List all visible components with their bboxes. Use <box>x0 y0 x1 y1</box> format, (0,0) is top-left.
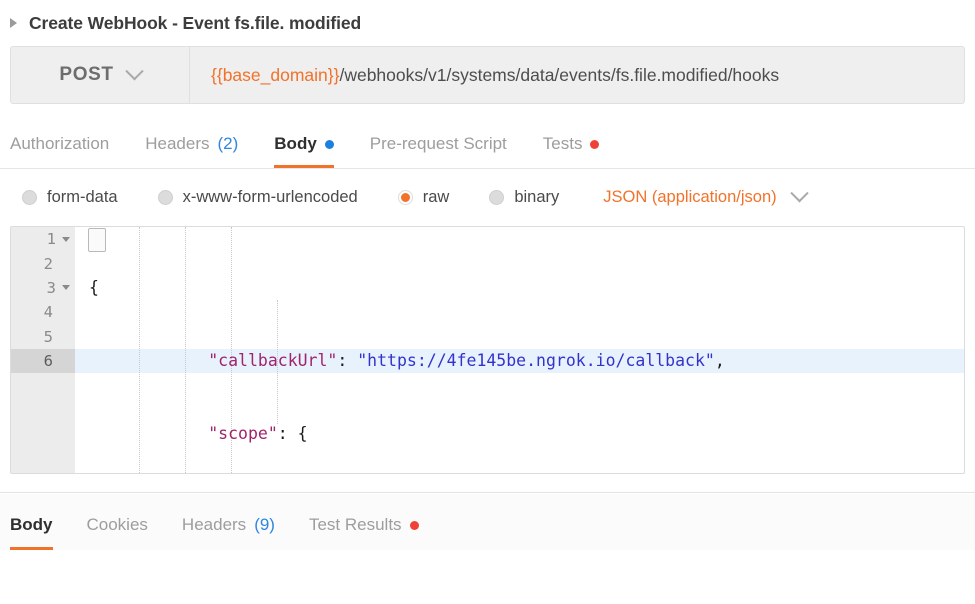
request-body-editor[interactable]: 1 2 3 4 5 6 {"callbackUrl": "https://4f… <box>10 226 965 474</box>
radio-circle-selected-icon <box>397 190 413 205</box>
url-input[interactable]: {{base_domain}}/webhooks/v1/systems/data… <box>190 47 964 103</box>
radio-form-data-label: form-data <box>47 188 118 206</box>
chevron-down-icon <box>124 61 144 80</box>
tab-body-label: Body <box>274 134 317 153</box>
response-tab-headers-label: Headers <box>181 515 247 534</box>
radio-circle-icon <box>489 190 505 205</box>
tab-headers-count: (2) <box>217 134 239 153</box>
request-tab-bar: Authorization Headers (2) Body Pre-reque… <box>0 121 975 169</box>
line-number: 5 <box>43 327 53 346</box>
gutter-line: 5 <box>11 325 75 349</box>
tab-pre-request-script[interactable]: Pre-request Script <box>370 134 507 168</box>
tab-headers-label: Headers <box>145 134 210 153</box>
line-number: 3 <box>46 278 56 297</box>
response-tab-body-label: Body <box>10 515 53 534</box>
http-method-dropdown[interactable]: POST <box>11 47 190 103</box>
code-line-1: { <box>89 276 964 300</box>
tab-tests-label: Tests <box>542 134 583 153</box>
request-title-bar: Create WebHook - Event fs.file. modified <box>0 0 975 46</box>
editor-line-number-gutter: 1 2 3 4 5 6 <box>11 227 75 473</box>
http-method-label: POST <box>59 64 114 85</box>
content-type-dropdown[interactable]: JSON (application/json) <box>603 184 809 207</box>
radio-circle-icon <box>157 190 173 205</box>
tab-tests[interactable]: Tests <box>543 134 600 168</box>
response-tab-headers[interactable]: Headers (9) <box>182 515 275 550</box>
editor-code-text[interactable]: { "callbackUrl": "https://4fe145be.ngrok… <box>75 227 964 473</box>
fold-arrow-icon[interactable] <box>62 236 70 242</box>
code-token-colon: : <box>337 351 358 371</box>
gutter-line: 2 <box>11 251 75 275</box>
code-token-punct: : { <box>277 424 308 444</box>
radio-x-www-form-urlencoded[interactable]: x-www-form-urlencoded <box>157 188 358 207</box>
response-tab-test-results-label: Test Results <box>308 515 402 534</box>
line-number: 1 <box>46 230 56 249</box>
line-number: 4 <box>43 303 53 322</box>
radio-urlencoded-label: x-www-form-urlencoded <box>182 188 358 206</box>
response-tab-headers-count: (9) <box>254 515 275 534</box>
code-token-key: "scope" <box>208 424 278 444</box>
tab-authorization-label: Authorization <box>10 134 110 153</box>
code-line-3: "scope": { <box>89 422 964 446</box>
content-type-label: JSON (application/json) <box>603 188 777 206</box>
radio-form-data[interactable]: form-data <box>22 188 118 207</box>
radio-circle-icon <box>22 190 37 205</box>
code-token-string: "https://4fe145be.ngrok.io/callback" <box>357 351 715 371</box>
tab-pre-request-script-label: Pre-request Script <box>369 134 507 153</box>
url-bar: POST {{base_domain}}/webhooks/v1/systems… <box>10 46 965 104</box>
radio-binary-label: binary <box>514 188 560 206</box>
tab-headers[interactable]: Headers (2) <box>145 134 238 168</box>
code-token-comma: , <box>714 351 725 371</box>
line-number: 2 <box>43 254 53 273</box>
page-title: Create WebHook - Event fs.file. modified <box>29 12 362 33</box>
body-modified-dot-icon <box>324 139 334 149</box>
gutter-line-active: 6 <box>11 348 75 374</box>
gutter-line: 1 <box>11 227 75 251</box>
response-tab-bar: Body Cookies Headers (9) Test Results <box>0 494 975 550</box>
tab-authorization[interactable]: Authorization <box>10 134 109 168</box>
radio-raw[interactable]: raw <box>397 188 450 207</box>
gutter-line: 4 <box>11 300 75 324</box>
response-tab-cookies-label: Cookies <box>86 515 148 534</box>
response-tab-test-results[interactable]: Test Results <box>309 515 419 550</box>
body-type-selector-row: form-data x-www-form-urlencoded raw bina… <box>0 169 975 226</box>
url-path-text: /webhooks/v1/systems/data/events/fs.file… <box>339 64 780 85</box>
tests-modified-dot-icon <box>590 139 600 149</box>
url-variable-token: {{base_domain}} <box>211 64 340 85</box>
gutter-line: 3 <box>11 276 75 300</box>
radio-binary[interactable]: binary <box>489 188 559 207</box>
tab-body[interactable]: Body <box>274 134 334 168</box>
radio-raw-label: raw <box>422 188 450 206</box>
chevron-down-icon <box>789 184 809 203</box>
test-results-dot-icon <box>409 520 419 530</box>
line-number: 6 <box>43 352 53 371</box>
triangle-right-icon[interactable] <box>10 18 17 28</box>
fold-arrow-icon[interactable] <box>62 285 70 291</box>
response-tab-cookies[interactable]: Cookies <box>87 515 148 550</box>
code-token-key: "callbackUrl" <box>208 351 338 371</box>
code-line-2: "callbackUrl": "https://4fe145be.ngrok.i… <box>89 349 964 373</box>
editor-code-area[interactable]: { "callbackUrl": "https://4fe145be.ngrok… <box>75 227 964 473</box>
response-tab-body[interactable]: Body <box>10 515 53 550</box>
code-token: { <box>89 277 99 297</box>
